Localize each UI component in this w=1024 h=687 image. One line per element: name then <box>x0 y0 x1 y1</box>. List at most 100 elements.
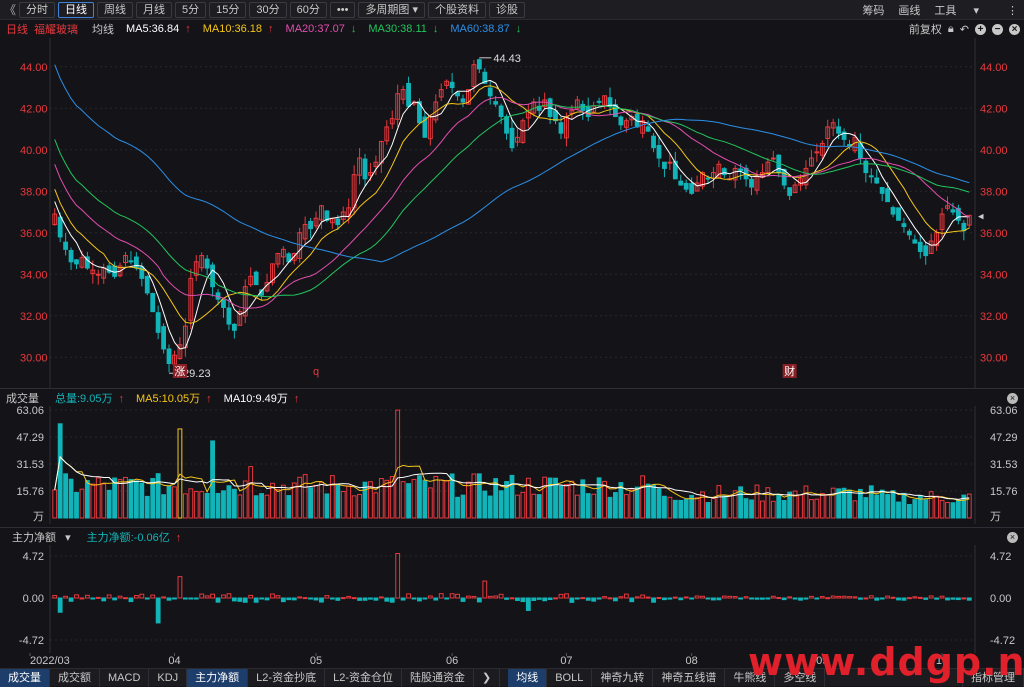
volume-bar <box>705 502 711 519</box>
candle-body <box>950 209 956 213</box>
volume-bar <box>721 495 727 519</box>
more-periods-button[interactable]: ••• <box>329 1 356 18</box>
flow-bar <box>596 597 602 600</box>
candle-body <box>406 82 411 107</box>
multi-period-button[interactable]: 多周期图 ▾ <box>358 1 426 18</box>
volume-title[interactable]: 成交量 <box>6 390 39 406</box>
lock-icon[interactable]: 🔒︎ <box>948 23 954 36</box>
flow-bar <box>406 593 411 599</box>
flow-bar <box>678 597 684 601</box>
flow-tick-left: -4.72 <box>19 635 44 647</box>
volume-bar <box>487 495 493 519</box>
flow-bar <box>259 597 264 600</box>
diagnose-button[interactable]: 诊股 <box>489 1 526 18</box>
chips-button[interactable]: 筹码 <box>862 2 884 18</box>
flow-value-text: 主力净额:-0.06亿 <box>86 532 170 544</box>
period-daily-button[interactable]: 日线 <box>58 1 94 18</box>
draw-line-button[interactable]: 画线 <box>898 2 920 18</box>
collapse-back-icon[interactable]: 《 <box>4 1 16 18</box>
flow-bar <box>438 593 444 599</box>
volume-bar <box>950 502 956 519</box>
tab-macd[interactable]: MACD <box>100 668 150 687</box>
undo-icon[interactable]: ↶ <box>960 23 969 36</box>
flow-value: 主力净额:-0.06亿 ↑ <box>81 529 182 545</box>
flow-bar <box>188 597 194 600</box>
tab-boll[interactable]: BOLL <box>547 668 593 687</box>
candle-body <box>504 116 509 134</box>
tabs-scroll-icon[interactable]: ❯ <box>474 668 501 687</box>
candle-body <box>161 326 167 350</box>
flow-bar <box>357 597 362 601</box>
flow-bar <box>792 597 798 600</box>
tab-magic-nine[interactable]: 神奇九转 <box>592 668 654 687</box>
flow-chart[interactable]: 4.72 4.720.00 0.00-4.72 -4.72 <box>0 545 1024 653</box>
volume-bar <box>852 500 858 519</box>
adjust-mode-button[interactable]: 前复权 <box>909 21 942 37</box>
ma-label[interactable]: 均线 <box>92 21 114 37</box>
close-icon[interactable]: × <box>1009 23 1020 35</box>
period-30min-button[interactable]: 30分 <box>249 1 287 18</box>
tab-volume[interactable]: 成交量 <box>0 668 50 687</box>
candle-body <box>144 275 150 294</box>
candle-body <box>689 183 695 194</box>
flow-bar <box>400 597 406 601</box>
price-tick-left: 36.00 <box>20 228 48 240</box>
volume-bar <box>825 494 831 519</box>
tab-turnover[interactable]: 成交额 <box>50 668 100 687</box>
period-15min-button[interactable]: 15分 <box>209 1 247 18</box>
candle-body <box>95 273 101 276</box>
period-monthly-button[interactable]: 月线 <box>136 1 172 18</box>
volume-bar <box>242 480 248 519</box>
flow-bar <box>133 595 139 599</box>
flow-bar <box>776 597 782 600</box>
volume-bar <box>231 488 237 519</box>
tab-main-flow[interactable]: 主力净额 <box>187 668 249 687</box>
period-weekly-button[interactable]: 周线 <box>97 1 133 18</box>
tab-ma[interactable]: 均线 <box>508 668 548 687</box>
candle-body <box>890 207 896 215</box>
volume-chart[interactable]: 63.06 63.06 47.29 47.29 31.53 31.53 15.76 15.76… <box>0 406 1024 524</box>
flow-bar <box>542 597 548 602</box>
flow-title[interactable]: 主力净额 ▾ <box>6 529 71 545</box>
volume-bar <box>863 497 869 519</box>
candle-body <box>874 177 880 184</box>
zoom-out-icon[interactable]: − <box>992 23 1003 35</box>
overflow-menu-icon[interactable]: ⋮ <box>1007 4 1018 17</box>
close-flow-icon[interactable]: × <box>1007 531 1018 543</box>
period-intraday-button[interactable]: 分时 <box>19 1 55 18</box>
candle-body <box>683 182 689 190</box>
volume-bar <box>106 489 112 519</box>
candle-body <box>770 157 776 160</box>
candle-body <box>618 116 624 126</box>
flow-bar <box>291 597 297 601</box>
period-60min-button[interactable]: 60分 <box>289 1 327 18</box>
tab-l2-position[interactable]: L2-资金仓位 <box>325 668 402 687</box>
flow-bar <box>63 595 69 599</box>
volume-bar <box>204 492 210 519</box>
volume-bar <box>776 494 782 519</box>
tab-kdj[interactable]: KDJ <box>149 668 188 687</box>
stock-info-button[interactable]: 个股资料 <box>428 1 487 18</box>
volume-bar <box>172 486 177 519</box>
period-5min-button[interactable]: 5分 <box>175 1 207 18</box>
close-volume-icon[interactable]: × <box>1007 392 1018 404</box>
tab-magic-five[interactable]: 神奇五线谱 <box>653 668 726 687</box>
flow-bar <box>444 597 450 600</box>
flow-bar <box>928 595 934 599</box>
flow-legend: 主力净额 ▾ 主力净额:-0.06亿 ↑ × <box>0 529 1024 545</box>
price-chart[interactable]: 44.00 44.00 42.00 42.00 40.00 40.00 38.00 38.00… <box>0 38 1024 388</box>
price-tick-right: 30.00 <box>980 352 1008 364</box>
volume-bar <box>161 494 167 519</box>
flow-bar <box>651 597 656 603</box>
flow-bar <box>847 596 852 599</box>
volume-bar <box>259 493 264 519</box>
candle-body <box>787 187 793 196</box>
flow-bar <box>340 597 346 600</box>
tab-hk-connect[interactable]: 陆股通资金 <box>402 668 474 687</box>
flow-bar <box>417 597 422 602</box>
volume-ma10: MA10:9.49万 ↑ <box>218 390 300 406</box>
tools-menu[interactable]: 工具 ▾ <box>934 2 993 18</box>
tab-l2-bottom[interactable]: L2-资金抄底 <box>248 668 326 687</box>
up-arrow-icon: ↑ <box>118 393 124 405</box>
zoom-in-icon[interactable]: + <box>975 23 986 35</box>
